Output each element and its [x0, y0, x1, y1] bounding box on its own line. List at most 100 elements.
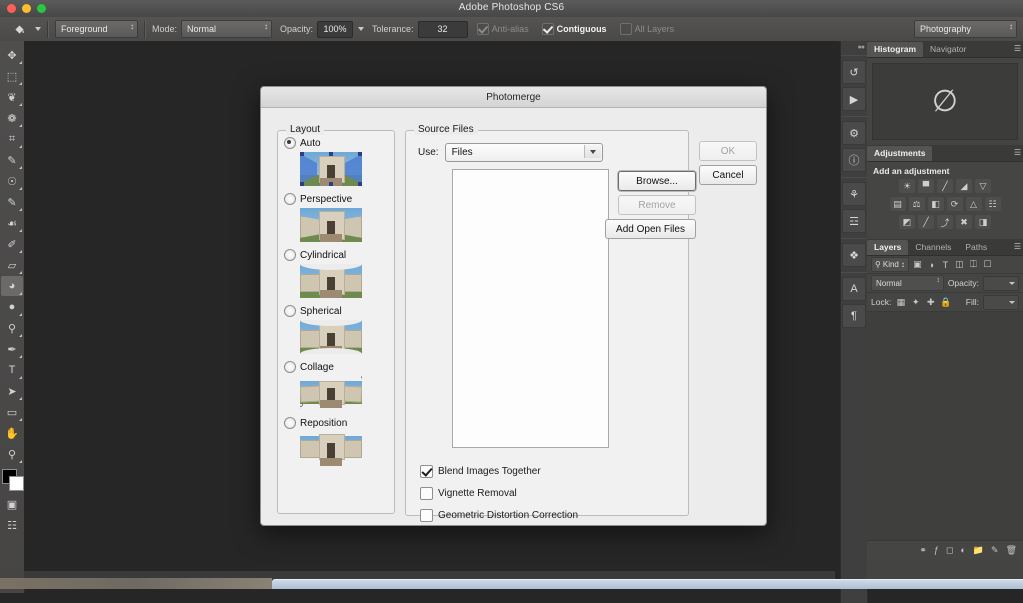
black-white-icon[interactable]: ◧: [927, 197, 944, 211]
tab-channels[interactable]: Channels: [908, 240, 958, 255]
layer-opacity-input[interactable]: [983, 275, 1019, 291]
layers-list[interactable]: [867, 312, 1023, 540]
cancel-button[interactable]: Cancel: [699, 165, 757, 185]
preset-picker-chevron-down-icon[interactable]: [35, 27, 41, 31]
workspace-switcher[interactable]: Photography: [914, 20, 1017, 38]
contiguous-checkbox[interactable]: Contiguous: [541, 23, 611, 35]
photo-filter-icon[interactable]: ⟳: [946, 197, 963, 211]
color-swatches[interactable]: [0, 468, 24, 494]
lock-image-pixels-icon[interactable]: ✦: [910, 297, 921, 308]
tab-layers[interactable]: Layers: [867, 240, 909, 255]
properties-icon[interactable]: ⚙: [842, 121, 866, 145]
threshold-icon[interactable]: ⤴: [937, 215, 953, 229]
background-window-edge[interactable]: [272, 579, 1023, 589]
tab-navigator[interactable]: Navigator: [923, 42, 973, 57]
geometric-distortion-correction-checkbox[interactable]: Geometric Distortion Correction: [420, 509, 578, 522]
layout-option-perspective[interactable]: Perspective: [284, 193, 394, 205]
paint-bucket-tool[interactable]: ◕: [1, 276, 23, 296]
move-tool[interactable]: ✥: [1, 45, 23, 65]
opacity-chevron-down-icon[interactable]: [358, 27, 365, 31]
use-select[interactable]: Files: [444, 143, 603, 162]
blur-tool[interactable]: ●: [1, 297, 23, 317]
tab-histogram[interactable]: Histogram: [867, 42, 924, 57]
marquee-tool[interactable]: ⬚: [1, 66, 23, 86]
new-fill-layer-icon[interactable]: ◐: [960, 545, 965, 555]
brightness-contrast-icon[interactable]: ☀: [899, 179, 915, 193]
dock-grip-icon[interactable]: ●●: [858, 44, 866, 51]
lock-transparent-pixels-icon[interactable]: ▦: [895, 297, 906, 308]
quick-selection-tool[interactable]: ❁: [1, 108, 23, 128]
shape-layer-filter-icon[interactable]: ◫: [954, 259, 965, 270]
layout-option-spherical[interactable]: Spherical: [284, 305, 394, 317]
info-icon[interactable]: ⓘ: [842, 148, 866, 172]
swatches-icon[interactable]: ☲: [842, 209, 866, 233]
blend-images-together-checkbox[interactable]: Blend Images Together: [420, 465, 578, 478]
styles-icon[interactable]: ❖: [842, 243, 866, 267]
character-icon[interactable]: A: [842, 277, 866, 301]
curves-icon[interactable]: ╱: [937, 179, 953, 193]
dodge-tool[interactable]: ⚲: [1, 318, 23, 338]
tab-paths[interactable]: Paths: [958, 240, 994, 255]
opacity-input[interactable]: 100%: [317, 20, 354, 38]
posterize-icon[interactable]: ╱: [918, 215, 934, 229]
filter-toggle-icon[interactable]: ☐: [982, 259, 993, 270]
vibrance-icon[interactable]: ▽: [975, 179, 991, 193]
layout-option-cylindrical[interactable]: Cylindrical: [284, 249, 394, 261]
eraser-tool[interactable]: ▱: [1, 255, 23, 275]
hand-tool[interactable]: ✋: [1, 423, 23, 443]
tolerance-input[interactable]: 32: [417, 20, 468, 38]
screen-mode-icon[interactable]: ☷: [1, 515, 23, 535]
layer-kind-filter[interactable]: ⚲ Kind ↕: [871, 257, 909, 272]
color-balance-icon[interactable]: ⚖: [908, 197, 925, 211]
paragraph-icon[interactable]: ¶: [842, 304, 866, 328]
panel-menu-icon[interactable]: ☰: [1014, 148, 1021, 157]
vignette-removal-checkbox[interactable]: Vignette Removal: [420, 487, 578, 500]
gradient-map-icon[interactable]: ✖: [956, 215, 972, 229]
layout-option-auto[interactable]: Auto: [284, 137, 394, 149]
type-layer-filter-icon[interactable]: T: [940, 260, 951, 270]
zoom-tool[interactable]: ⚲: [1, 444, 23, 464]
brush-tool[interactable]: ✎: [1, 192, 23, 212]
delete-layer-icon[interactable]: 🗑: [1006, 545, 1017, 556]
layout-option-reposition[interactable]: Reposition: [284, 417, 394, 429]
panel-menu-icon[interactable]: ☰: [1014, 44, 1021, 53]
rectangle-tool[interactable]: ▭: [1, 402, 23, 422]
history-icon[interactable]: ↺: [842, 60, 866, 84]
levels-icon[interactable]: ▀: [918, 179, 934, 193]
layer-mask-icon[interactable]: ◻: [946, 545, 953, 556]
invert-icon[interactable]: ◩: [899, 215, 915, 229]
history-brush-tool[interactable]: ✐: [1, 234, 23, 254]
selective-color-icon[interactable]: ◨: [975, 215, 991, 229]
clone-stamp-tool[interactable]: ☙: [1, 213, 23, 233]
spot-healing-brush-tool[interactable]: ☉: [1, 171, 23, 191]
layer-fill-input[interactable]: [983, 294, 1019, 310]
color-icon[interactable]: ⚘: [842, 182, 866, 206]
layout-option-collage[interactable]: Collage: [284, 361, 394, 373]
blend-mode-select[interactable]: Normal: [871, 275, 944, 291]
panel-menu-icon[interactable]: ☰: [1014, 242, 1021, 251]
lock-position-icon[interactable]: ✚: [925, 297, 936, 308]
link-layers-icon[interactable]: ⚭: [919, 545, 927, 556]
actions-play-icon[interactable]: ▶: [842, 87, 866, 111]
anti-alias-checkbox[interactable]: Anti-alias: [476, 23, 533, 35]
path-selection-tool[interactable]: ➤: [1, 381, 23, 401]
browse-button[interactable]: Browse...: [618, 171, 696, 191]
adjustment-layer-filter-icon[interactable]: ◑: [926, 260, 937, 270]
exposure-icon[interactable]: ◢: [956, 179, 972, 193]
ok-button[interactable]: OK: [699, 141, 757, 161]
smart-object-filter-icon[interactable]: ⎅: [968, 259, 979, 270]
workspace-select[interactable]: Photography: [914, 20, 1017, 38]
new-group-icon[interactable]: 📁: [973, 545, 984, 556]
layer-style-icon[interactable]: ƒ: [934, 545, 939, 555]
channel-mixer-icon[interactable]: △: [965, 197, 982, 211]
add-open-files-button[interactable]: Add Open Files: [605, 219, 696, 239]
tab-adjustments[interactable]: Adjustments: [867, 146, 933, 161]
lasso-tool[interactable]: ❦: [1, 87, 23, 107]
pen-tool[interactable]: ✒: [1, 339, 23, 359]
color-lookup-icon[interactable]: ☷: [984, 197, 1001, 211]
paint-bucket-icon[interactable]: [8, 19, 30, 39]
background-color-swatch[interactable]: [9, 476, 24, 491]
lock-all-icon[interactable]: 🔒: [940, 297, 951, 308]
mode-select[interactable]: Normal: [181, 20, 273, 38]
hue-saturation-icon[interactable]: ▤: [889, 197, 906, 211]
